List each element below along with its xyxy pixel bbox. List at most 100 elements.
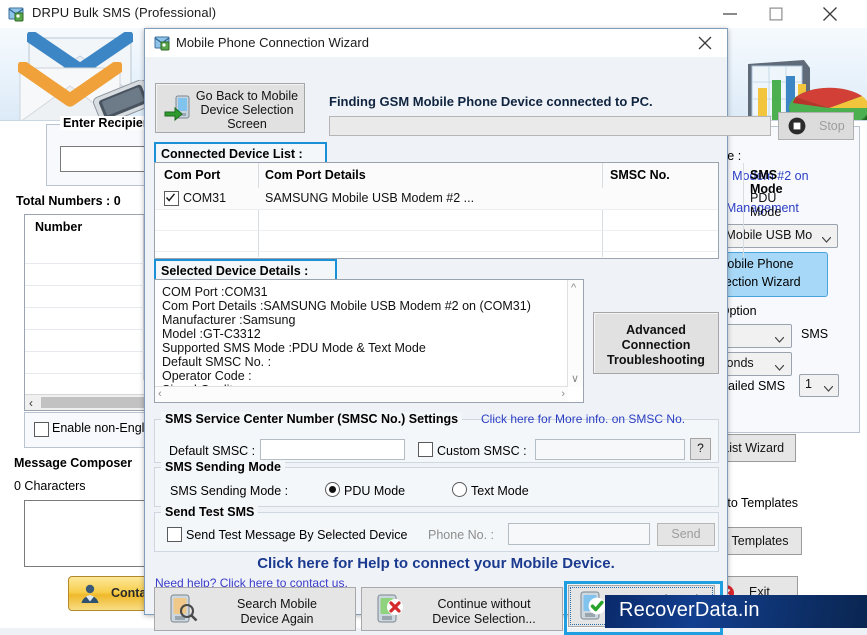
failed-sms-combo[interactable]: 1 xyxy=(799,374,839,397)
enter-recipients-title: Enter Recipien xyxy=(60,116,154,130)
smsc-help-button[interactable]: ? xyxy=(690,438,711,460)
stop-icon xyxy=(788,117,806,138)
send-test-message-label: Send Test Message By Selected Device xyxy=(186,528,408,542)
minimize-button[interactable] xyxy=(707,0,753,28)
dialog-close-button[interactable] xyxy=(683,29,727,57)
scroll-left-icon[interactable]: ‹ xyxy=(29,396,33,410)
go-back-line2: Device Selection xyxy=(200,103,294,117)
scroll-left-icon[interactable]: ‹ xyxy=(158,388,162,400)
custom-smsc-checkbox[interactable] xyxy=(418,442,433,457)
connected-device-table[interactable]: Com Port Com Port Details SMSC No. SMS M… xyxy=(154,162,783,259)
phone-no-label: Phone No. : xyxy=(428,528,495,542)
finding-status-text: Finding GSM Mobile Phone Device connecte… xyxy=(329,94,653,109)
sms-sending-mode-label: SMS Sending Mode : xyxy=(170,484,289,498)
dialog-title: Mobile Phone Connection Wizard xyxy=(176,35,369,50)
wizard-button-line1: Mobile Phone xyxy=(717,257,794,271)
selected-device-details-box[interactable]: COM Port :COM31 Com Port Details :SAMSUN… xyxy=(154,279,584,403)
search-progress-bar xyxy=(329,116,771,136)
smsc-more-info-link[interactable]: Click here for More info. on SMSC No. xyxy=(481,412,685,426)
phone-search-icon xyxy=(168,594,198,627)
stop-button[interactable]: Stop xyxy=(778,112,854,140)
chevron-down-icon xyxy=(823,381,834,395)
numbers-grid-header-number: Number xyxy=(35,220,83,234)
contact-icon xyxy=(79,582,101,607)
continue-without-line1: Continue without xyxy=(437,597,531,611)
characters-count: 0 Characters xyxy=(14,479,86,493)
maximize-button[interactable] xyxy=(753,0,799,28)
advanced-line3: Troubleshooting xyxy=(607,353,705,367)
options-panel: ions vice : SB Modem #2 on ta Management… xyxy=(696,118,867,610)
scroll-right-icon[interactable]: › xyxy=(561,388,565,400)
table-empty-row xyxy=(155,209,718,231)
table-row[interactable]: COM31 SAMSUNG Mobile USB Modem #2 ... PD… xyxy=(155,188,781,219)
main-window-titlebar: DRPU Bulk SMS (Professional) xyxy=(0,0,867,29)
details-line: COM Port :COM31 xyxy=(162,285,268,299)
smsc-help-label: ? xyxy=(697,441,704,455)
search-again-line2: Device Again xyxy=(240,612,314,626)
main-window-title: DRPU Bulk SMS (Professional) xyxy=(32,5,217,20)
text-mode-radio[interactable] xyxy=(452,482,467,497)
scroll-up-icon[interactable]: ^ xyxy=(571,282,576,294)
total-numbers-label: Total Numbers : 0 xyxy=(16,194,121,208)
device-table-header-com-port: Com Port xyxy=(164,168,221,182)
device-row-details: SAMSUNG Mobile USB Modem #2 ... xyxy=(265,191,475,205)
advanced-line2: Connection xyxy=(621,338,691,352)
default-smsc-label: Default SMSC : xyxy=(169,444,256,458)
device-row-sms-mode: PDU Mode xyxy=(750,191,782,219)
go-back-line1: Go Back to Mobile xyxy=(195,89,299,103)
chevron-down-icon xyxy=(821,232,832,246)
chevron-down-icon xyxy=(774,360,785,374)
search-mobile-device-again-button[interactable]: Search Mobile Device Again xyxy=(154,587,356,631)
advanced-connection-troubleshooting-button[interactable]: Advanced Connection Troubleshooting xyxy=(593,312,719,374)
advanced-line1: Advanced xyxy=(626,323,686,337)
app-icon xyxy=(8,6,24,22)
continue-without-device-selection-button[interactable]: Continue without Device Selection... xyxy=(361,587,563,631)
scroll-down-icon[interactable]: ∨ xyxy=(571,372,579,385)
custom-smsc-label: Custom SMSC : xyxy=(437,444,527,458)
phone-cross-icon xyxy=(375,594,405,627)
app-icon xyxy=(154,35,170,51)
selected-device-details-label: Selected Device Details : xyxy=(161,264,309,278)
stop-button-label: Stop xyxy=(819,119,845,133)
back-arrow-phone-icon xyxy=(164,94,192,125)
details-horizontal-scrollbar[interactable]: ‹ › xyxy=(155,386,568,402)
smsc-settings-title: SMS Service Center Number (SMSC No.) Set… xyxy=(161,412,463,426)
details-line: Manufacturer :Samsung xyxy=(162,313,296,327)
go-back-line3: Screen xyxy=(227,117,267,131)
pdu-mode-label: PDU Mode xyxy=(344,484,406,498)
sms-sending-mode-title: SMS Sending Mode xyxy=(161,460,285,474)
table-empty-row xyxy=(155,230,718,252)
details-vertical-scrollbar[interactable]: ^ ∨ xyxy=(567,280,583,387)
send-test-button[interactable]: Send xyxy=(657,523,715,546)
help-headline-link[interactable]: Click here for Help to connect your Mobi… xyxy=(145,555,727,572)
dialog-body: Go Back to Mobile Device Selection Scree… xyxy=(145,57,854,635)
custom-smsc-input[interactable] xyxy=(535,439,685,460)
device-combo-value: 5 Mobile USB Mo xyxy=(715,228,813,242)
device-row-com-port: COM31 xyxy=(183,191,227,205)
phone-no-input[interactable] xyxy=(508,523,650,545)
search-again-line1: Search Mobile xyxy=(237,597,317,611)
default-smsc-input[interactable] xyxy=(260,439,405,460)
dialog-titlebar: Mobile Phone Connection Wizard xyxy=(145,29,727,58)
pdu-mode-radio[interactable] xyxy=(325,482,340,497)
watermark: RecoverData.in xyxy=(605,595,867,628)
go-back-to-device-selection-button[interactable]: Go Back to Mobile Device Selection Scree… xyxy=(155,83,305,133)
close-button[interactable] xyxy=(807,0,853,28)
send-button-label: Send xyxy=(671,527,701,541)
device-table-header-smsc: SMSC No. xyxy=(610,168,670,182)
enable-non-english-checkbox[interactable] xyxy=(34,422,49,437)
send-test-message-checkbox[interactable] xyxy=(167,527,182,542)
mobile-phone-connection-wizard-dialog: Mobile Phone Connection Wizard Go Back t… xyxy=(144,28,854,635)
recipients-panel: Enter Recipien Total Numbers : 0 Number … xyxy=(10,116,198,611)
details-line: Model :GT-C3312 xyxy=(162,327,261,341)
connected-device-list-label: Connected Device List : xyxy=(161,147,303,161)
column-separator xyxy=(743,163,744,257)
message-composer-label: Message Composer xyxy=(14,456,133,470)
device-row-checkbox[interactable] xyxy=(164,191,179,206)
send-test-sms-title: Send Test SMS xyxy=(161,505,259,519)
phone-check-icon xyxy=(578,591,608,624)
text-mode-label: Text Mode xyxy=(471,484,529,498)
device-table-header-details: Com Port Details xyxy=(265,168,366,182)
sms-label: SMS xyxy=(801,327,829,341)
details-line: Com Port Details :SAMSUNG Mobile USB Mod… xyxy=(162,299,531,313)
